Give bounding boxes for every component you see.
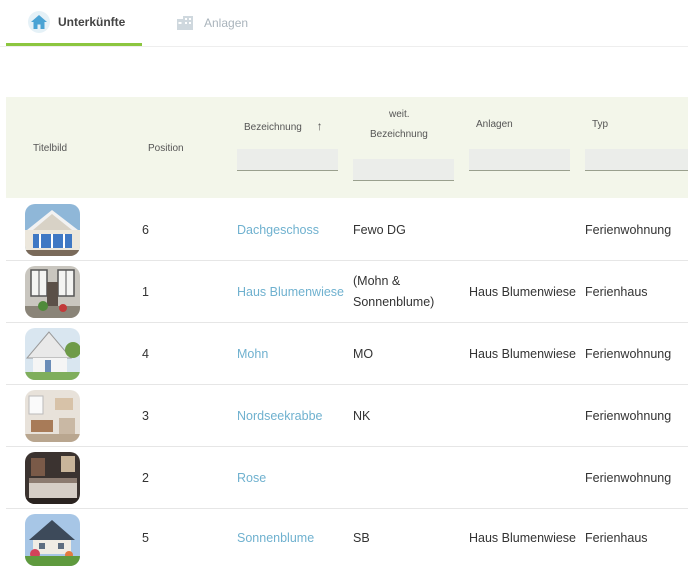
filter-typ-input[interactable] bbox=[585, 149, 688, 171]
table-row[interactable]: 5 Sonnenblume SB Haus Blumenwiese Ferien… bbox=[6, 509, 688, 570]
cell-bezeichnung-link[interactable]: Mohn bbox=[237, 347, 268, 361]
cell-position: 2 bbox=[142, 471, 149, 485]
cell-position: 4 bbox=[142, 347, 149, 361]
tab-bar: Unterkünfte Anlagen bbox=[0, 0, 688, 47]
cell-typ: Ferienwohnung bbox=[585, 409, 672, 423]
column-header-position: Position bbox=[148, 143, 184, 154]
column-header-titelbild: Titelbild bbox=[33, 143, 68, 154]
cell-typ: Ferienwohnung bbox=[585, 223, 672, 237]
cell-typ: Ferienhaus bbox=[585, 285, 648, 299]
column-header-anlagen: Anlagen bbox=[476, 119, 513, 130]
cell-typ: Ferienwohnung bbox=[585, 347, 672, 361]
tab-anlagen[interactable]: Anlagen bbox=[174, 0, 248, 46]
cell-weit-bezeichnung: SB bbox=[353, 531, 370, 545]
sort-ascending-icon: ↑ bbox=[316, 119, 323, 133]
cell-bezeichnung-link[interactable]: Rose bbox=[237, 471, 266, 485]
building-icon bbox=[174, 12, 196, 34]
cell-position: 3 bbox=[142, 409, 149, 423]
house-gable-photo bbox=[25, 204, 80, 256]
table-row[interactable]: 6 Dachgeschoss Fewo DG Ferienwohnung bbox=[6, 199, 688, 261]
cell-anlage: Haus Blumenwiese bbox=[469, 531, 576, 545]
cell-bezeichnung-link[interactable]: Haus Blumenwiese bbox=[237, 285, 344, 299]
tab-label: Anlagen bbox=[204, 16, 249, 30]
table-header: Titelbild Position Bezeichnung ↑ weit. B… bbox=[6, 97, 688, 198]
table-row[interactable]: 2 Rose Ferienwohnung bbox=[6, 447, 688, 509]
cell-weit-bezeichnung: (Mohn & bbox=[353, 274, 401, 288]
cell-anlage: Haus Blumenwiese bbox=[469, 347, 576, 361]
cell-typ: Ferienhaus bbox=[585, 531, 648, 545]
cell-bezeichnung-link[interactable]: Dachgeschoss bbox=[237, 223, 319, 237]
cell-bezeichnung-link[interactable]: Nordseekrabbe bbox=[237, 409, 322, 423]
cell-position: 1 bbox=[142, 285, 149, 299]
interior-photo bbox=[25, 390, 80, 442]
house-lawn-photo bbox=[25, 514, 80, 566]
cell-weit-bezeichnung-line2: Sonnenblume) bbox=[353, 295, 435, 309]
tab-label: Unterkünfte bbox=[58, 14, 126, 29]
cell-weit-bezeichnung: Fewo DG bbox=[353, 223, 406, 237]
tab-unterkuenfte[interactable]: Unterkünfte bbox=[6, 0, 142, 46]
cell-position: 5 bbox=[142, 531, 149, 545]
table-row[interactable]: 3 Nordseekrabbe NK Ferienwohnung bbox=[6, 385, 688, 447]
house-windows-photo bbox=[25, 266, 80, 318]
cell-typ: Ferienwohnung bbox=[585, 471, 672, 485]
cell-weit-bezeichnung: MO bbox=[353, 347, 374, 361]
column-header-weit-line1: weit. bbox=[389, 109, 410, 120]
bedroom-photo bbox=[25, 452, 80, 504]
filter-weit-bezeichnung-input[interactable] bbox=[353, 159, 454, 181]
house-garden-photo bbox=[25, 328, 80, 380]
cell-position: 6 bbox=[142, 223, 149, 237]
column-header-bezeichnung[interactable]: Bezeichnung ↑ bbox=[244, 119, 323, 133]
home-icon bbox=[28, 10, 50, 33]
filter-bezeichnung-input[interactable] bbox=[237, 149, 338, 171]
cell-bezeichnung-link[interactable]: Sonnenblume bbox=[237, 531, 314, 545]
column-header-weit-line2: Bezeichnung bbox=[370, 129, 428, 140]
cell-weit-bezeichnung: NK bbox=[353, 409, 371, 423]
table-row[interactable]: 4 Mohn MO Haus Blumenwiese Ferienwohnung bbox=[6, 323, 688, 385]
column-header-label: Bezeichnung bbox=[244, 122, 302, 133]
cell-anlage: Haus Blumenwiese bbox=[469, 285, 576, 299]
column-header-typ: Typ bbox=[592, 119, 609, 130]
table-row[interactable]: 1 Haus Blumenwiese (Mohn & Sonnenblume) … bbox=[6, 261, 688, 323]
filter-anlagen-input[interactable] bbox=[469, 149, 570, 171]
